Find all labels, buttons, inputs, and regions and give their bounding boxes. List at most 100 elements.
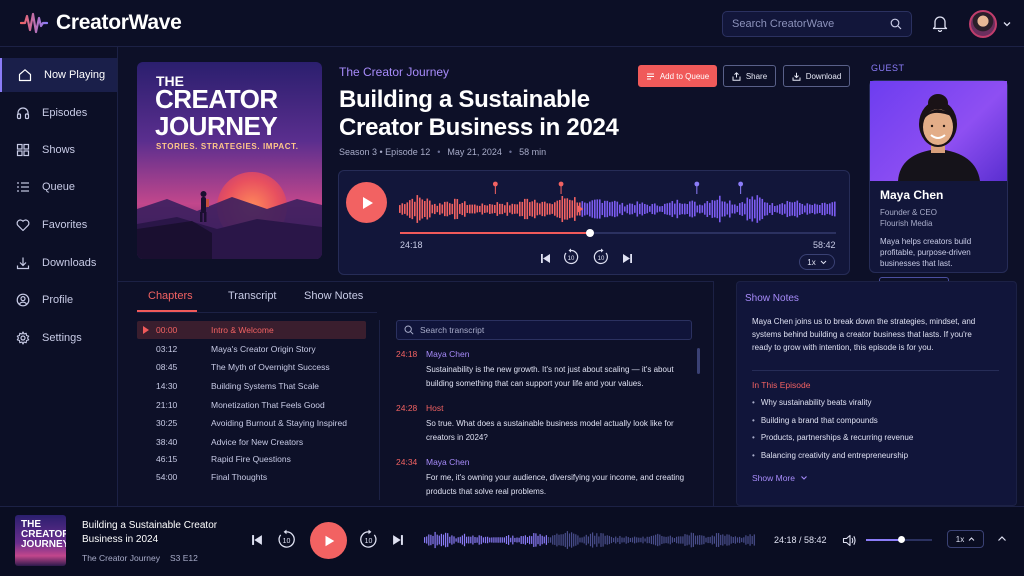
user-avatar[interactable] <box>969 10 997 38</box>
skip-next-button[interactable] <box>620 251 634 265</box>
sidebar-item-queue[interactable]: Queue <box>0 170 117 204</box>
chapter-row[interactable]: 21:10 Monetization That Feels Good <box>137 396 366 414</box>
chevron-down-icon[interactable] <box>1002 19 1012 29</box>
sidebar-item-settings[interactable]: Settings <box>0 321 117 355</box>
chapter-row[interactable]: 46:15 Rapid Fire Questions <box>137 450 366 468</box>
chapter-row[interactable]: 03:12 Maya's Creator Origin Story <box>137 340 366 358</box>
rewind-10-icon: 10 <box>564 248 579 265</box>
waveform-bar <box>431 204 434 214</box>
waveform-bar <box>667 536 669 544</box>
transcript-time[interactable]: 24:18 <box>396 349 417 359</box>
waveform-bar <box>459 536 461 544</box>
playback-speed-select[interactable]: 1x <box>799 254 835 270</box>
download-icon <box>16 257 30 270</box>
waveform-bar <box>449 536 451 544</box>
app-logo[interactable]: CreatorWave <box>20 11 182 35</box>
bell-icon[interactable] <box>931 14 949 32</box>
waveform-bar <box>669 202 671 216</box>
mini-cover-art[interactable]: THE CREATOR JOURNEY <box>15 515 66 566</box>
waveform-bar <box>824 202 826 216</box>
waveform-bar <box>789 201 791 217</box>
waveform-bar <box>598 536 600 544</box>
download-button[interactable]: Download <box>783 65 850 87</box>
chapter-row[interactable]: 00:00 Intro & Welcome <box>137 321 366 339</box>
transcript-time[interactable]: 24:28 <box>396 403 417 413</box>
waveform-bar <box>561 195 564 223</box>
sidebar-item-downloads[interactable]: Downloads <box>0 246 117 280</box>
progress-handle[interactable] <box>586 229 594 237</box>
volume-button[interactable] <box>841 532 857 548</box>
play-button[interactable] <box>346 182 387 223</box>
transcript-scrollbar[interactable] <box>697 348 700 374</box>
share-label: Share <box>745 71 768 81</box>
transcript-time[interactable]: 24:34 <box>396 457 417 467</box>
expand-player-button[interactable] <box>996 533 1008 545</box>
guest-label: GUEST <box>871 63 905 73</box>
global-search[interactable] <box>722 11 912 37</box>
chapter-marker[interactable] <box>694 181 700 187</box>
waveform-bar <box>441 204 444 214</box>
mini-forward-10-button[interactable]: 10 <box>358 529 379 550</box>
meta-separator: • <box>508 147 513 157</box>
show-title-link[interactable]: The Creator Journey <box>339 65 449 79</box>
waveform-bar <box>481 203 484 215</box>
chapter-row[interactable]: 30:25 Avoiding Burnout & Staying Inspired <box>137 414 366 432</box>
waveform-bar <box>719 195 721 223</box>
chapter-marker[interactable] <box>558 181 564 187</box>
waveform-bar <box>627 537 629 543</box>
chapter-row[interactable]: 08:45 The Myth of Overnight Success <box>137 358 366 376</box>
season-episode: Season 3 • Episode 12 <box>339 147 431 157</box>
tab-transcript[interactable]: Transcript <box>228 290 277 302</box>
mini-waveform[interactable] <box>424 528 756 552</box>
skip-previous-button[interactable] <box>538 251 552 265</box>
share-button[interactable]: Share <box>723 65 776 87</box>
tab-show-notes[interactable]: Show Notes <box>304 290 363 302</box>
mini-rewind-10-button[interactable]: 10 <box>276 529 297 550</box>
waveform-bar <box>516 537 518 543</box>
sidebar-item-episodes[interactable]: Episodes <box>0 96 117 130</box>
waveform-bar <box>613 537 615 543</box>
transcript-text: So true. What does a sustainable busines… <box>426 419 674 442</box>
waveform-bar <box>707 536 709 544</box>
waveform[interactable] <box>399 180 837 230</box>
sidebar-item-profile[interactable]: Profile <box>0 283 117 317</box>
search-icon[interactable] <box>890 18 902 30</box>
waveform-bar <box>600 533 602 547</box>
volume-handle[interactable] <box>898 536 905 543</box>
mini-episode-title[interactable]: Building a Sustainable Creator Business … <box>82 519 222 547</box>
mini-playback-speed-select[interactable]: 1x <box>947 530 984 548</box>
sidebar-item-shows[interactable]: Shows <box>0 133 117 167</box>
transcript-search-input[interactable] <box>420 325 691 335</box>
sidebar-item-favorites[interactable]: Favorites <box>0 208 117 242</box>
notes-bullet: Building a brand that compounds <box>752 416 878 425</box>
waveform-bar <box>665 536 667 544</box>
chapter-marker[interactable] <box>738 181 744 187</box>
waveform-bar <box>676 199 679 219</box>
tab-chapters[interactable]: Chapters <box>148 290 193 302</box>
mini-skip-previous-button[interactable] <box>250 533 264 547</box>
waveform-bar <box>464 201 466 217</box>
waveform-bar <box>534 199 536 219</box>
waveform-bar <box>779 204 781 214</box>
waveform-bar <box>535 533 537 547</box>
waveform-bar <box>640 537 642 543</box>
mini-show-name[interactable]: The Creator Journey <box>82 553 160 563</box>
mini-play-button[interactable] <box>310 522 347 559</box>
mini-skip-next-button[interactable] <box>391 533 405 547</box>
chapter-row[interactable]: 38:40 Advice for New Creators <box>137 433 366 451</box>
chapter-row[interactable]: 14:30 Building Systems That Scale <box>137 377 366 395</box>
waveform-bar <box>544 201 546 217</box>
sidebar-item-now-playing[interactable]: Now Playing <box>0 58 117 92</box>
transcript-search[interactable] <box>396 320 692 340</box>
chapter-marker[interactable] <box>492 181 498 187</box>
waveform-bar <box>508 535 510 545</box>
forward-10-button[interactable]: 10 <box>592 248 610 266</box>
add-to-queue-button[interactable]: Add to Queue <box>638 65 717 87</box>
chapter-row[interactable]: 54:00 Final Thoughts <box>137 468 366 486</box>
rewind-10-button[interactable]: 10 <box>562 248 580 266</box>
show-more-button[interactable]: Show More <box>752 473 808 483</box>
waveform-bar <box>686 204 689 214</box>
search-input[interactable] <box>732 18 890 30</box>
waveform-bar <box>589 201 591 217</box>
waveform-bar <box>615 536 617 544</box>
